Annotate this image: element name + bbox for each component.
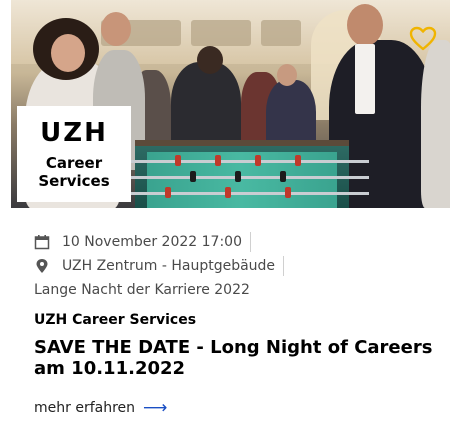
career-services-logo: UZH Career Services: [17, 106, 131, 202]
event-organizer: UZH Career Services: [34, 312, 197, 328]
calendar-icon: [34, 234, 50, 250]
logo-line-career: Career: [45, 154, 103, 172]
event-title[interactable]: SAVE THE DATE - Long Night of Careers am…: [34, 337, 434, 379]
more-link-label: mehr erfahren: [34, 400, 136, 416]
event-date: 10 November 2022 17:00: [62, 234, 242, 250]
arrow-right-icon: ⟶: [143, 398, 168, 418]
event-category: Lange Nacht der Karriere 2022: [34, 282, 250, 298]
event-location: UZH Zentrum - Hauptgebäude: [62, 258, 276, 274]
logo-line-services: Services: [38, 172, 110, 190]
favorite-heart-icon[interactable]: [409, 26, 437, 52]
event-card[interactable]: UZH Career Services 10 November 2022 17:…: [11, 0, 450, 436]
event-image: UZH Career Services: [11, 0, 450, 208]
more-link[interactable]: mehr erfahren ⟶: [34, 398, 167, 418]
event-location-row: UZH Zentrum - Hauptgebäude: [34, 256, 285, 276]
event-date-row: 10 November 2022 17:00: [34, 232, 251, 252]
map-pin-icon: [34, 258, 50, 274]
divider: [283, 256, 285, 276]
foosball-table: [115, 140, 369, 208]
logo-uzh: UZH: [40, 118, 108, 148]
divider: [249, 232, 251, 252]
